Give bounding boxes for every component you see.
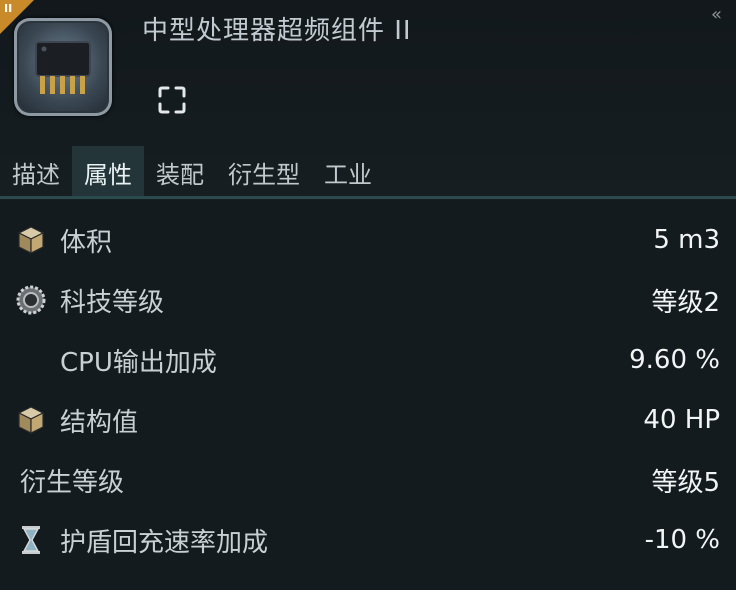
hourglass-icon: [22, 526, 40, 554]
tab-variations[interactable]: 衍生型: [216, 146, 312, 198]
attribute-row-meta-level: 衍生等级 等级5: [0, 450, 736, 510]
tab-industry[interactable]: 工业: [312, 146, 384, 198]
attribute-row-cpu-bonus: CPU输出加成 9.60 %: [0, 330, 736, 390]
tab-attributes[interactable]: 属性: [72, 146, 144, 198]
attribute-label: 衍生等级: [20, 467, 125, 498]
attribute-value: -10 %: [644, 525, 720, 555]
attribute-value: 5 m3: [653, 225, 720, 255]
processor-chip-icon[interactable]: [14, 18, 112, 116]
attribute-value: 等级2: [651, 287, 720, 318]
item-header: II 中型处理器超频组件 II « 描述 属性 装配 衍生型 工业: [0, 0, 736, 200]
tab-description[interactable]: 描述: [0, 146, 72, 198]
item-title: 中型处理器超频组件 II: [142, 16, 412, 46]
attribute-label: CPU输出加成: [60, 347, 217, 378]
attribute-row-structure-hp: 结构值 40 HP: [0, 390, 736, 450]
tab-fitting[interactable]: 装配: [144, 146, 216, 198]
attribute-row-tech-level: 科技等级 等级2: [0, 270, 736, 330]
attribute-label: 科技等级: [60, 287, 165, 318]
gear-icon: [16, 285, 46, 315]
attribute-label: 护盾回充速率加成: [60, 527, 269, 558]
collapse-icon[interactable]: «: [711, 4, 722, 25]
attribute-label: 结构值: [60, 407, 139, 438]
attribute-row-volume: 体积 5 m3: [0, 210, 736, 270]
attribute-value: 40 HP: [643, 405, 720, 435]
attribute-label: 体积: [60, 227, 113, 258]
tech-level-badge-label: II: [4, 2, 13, 15]
cube-icon: [17, 226, 45, 254]
attribute-row-shield-recharge: 护盾回充速率加成 -10 %: [0, 510, 736, 570]
attribute-list: 体积 5 m3 科技等级 等级2 CPU输出加成 9.60 % 结构值 40 H…: [0, 210, 736, 570]
cube-icon: [17, 406, 45, 434]
target-bracket-icon[interactable]: [156, 84, 188, 116]
attribute-value: 9.60 %: [629, 345, 720, 375]
tab-divider: [0, 196, 736, 199]
attribute-value: 等级5: [651, 467, 720, 498]
tab-bar: 描述 属性 装配 衍生型 工业: [0, 146, 736, 198]
